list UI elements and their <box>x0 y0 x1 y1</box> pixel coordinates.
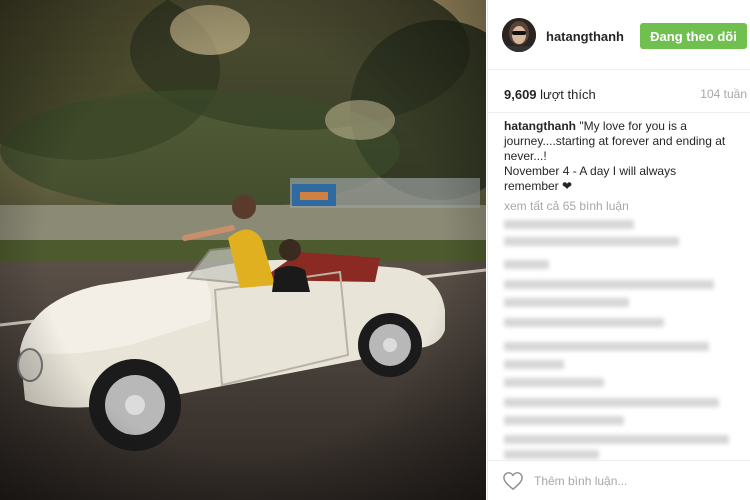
likes-count[interactable]: 9,609 lượt thích <box>504 87 596 102</box>
redacted-comments <box>504 220 744 459</box>
likes-number: 9,609 <box>504 87 537 102</box>
caption-username[interactable]: hatangthanh <box>504 119 576 133</box>
avatar-image <box>502 18 536 52</box>
caption-text-2: November 4 - A day I will always remembe… <box>504 164 677 193</box>
add-comment-input[interactable] <box>534 471 739 491</box>
caption-first-line: hatangthanh "My love for you is a journe… <box>504 119 734 164</box>
post-sidebar: hatangthanh Đang theo dõi 9,609 lượt thí… <box>487 0 750 500</box>
avatar[interactable] <box>502 18 536 52</box>
likes-label: lượt thích <box>540 87 596 102</box>
post-username[interactable]: hatangthanh <box>546 29 624 44</box>
post-caption: hatangthanh "My love for you is a journe… <box>504 119 734 194</box>
post-header: hatangthanh Đang theo dõi <box>488 0 750 70</box>
post-stats: 9,609 lượt thích 104 tuần <box>488 71 750 113</box>
heart-icon[interactable] <box>502 471 524 491</box>
post-photo[interactable] <box>0 0 486 500</box>
following-button[interactable]: Đang theo dõi <box>640 23 747 49</box>
post-footer <box>488 460 750 500</box>
post-timestamp[interactable]: 104 tuần <box>700 87 747 101</box>
post-photo-image <box>0 0 486 500</box>
view-all-comments-link[interactable]: xem tất cả 65 bình luận <box>504 199 629 213</box>
